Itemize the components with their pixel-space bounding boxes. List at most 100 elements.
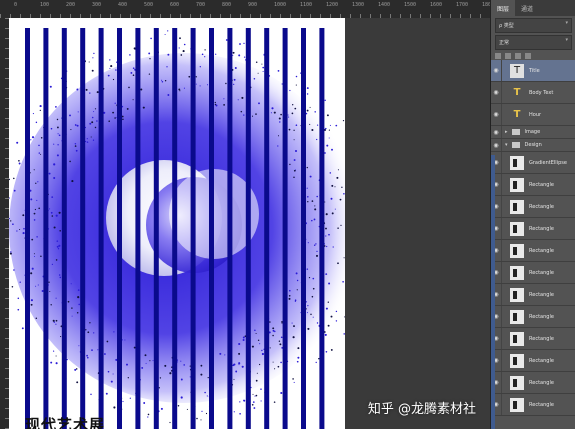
speckle-dot bbox=[180, 54, 183, 56]
speckle-dot bbox=[195, 83, 197, 85]
stripe bbox=[43, 28, 49, 429]
speckle-dot bbox=[325, 235, 327, 237]
eye-icon[interactable]: ◉ bbox=[491, 60, 502, 81]
layer-filter-label: ρ 类型 bbox=[499, 23, 514, 29]
stripe bbox=[319, 28, 325, 429]
speckle-dot bbox=[126, 363, 128, 366]
eye-icon[interactable]: ◉ bbox=[491, 82, 502, 103]
speckle-dot bbox=[329, 124, 331, 126]
layers-panel[interactable]: 图层 通道 ρ 类型 ▾ 正常 ▾ ◉ T Title ◉ T Body Text ◉ T Ho… bbox=[490, 0, 575, 429]
speckle-dot bbox=[55, 319, 58, 322]
lock-all-icon[interactable] bbox=[525, 53, 531, 59]
speckle-dot bbox=[148, 73, 151, 75]
layer-row[interactable]: ◉ ▸ Image bbox=[491, 126, 575, 139]
speckle-dot bbox=[22, 214, 25, 217]
speckle-dot bbox=[206, 84, 209, 86]
speckle-dot bbox=[145, 362, 147, 364]
chevron-right-icon[interactable]: ▸ bbox=[505, 129, 508, 135]
speckle-dot bbox=[242, 336, 245, 339]
layer-row[interactable]: ◉ ▾ Design bbox=[491, 139, 575, 152]
layer-row[interactable]: ◉ Rectangle bbox=[491, 240, 575, 262]
chevron-down-icon[interactable]: ▾ bbox=[505, 142, 508, 148]
speckle-dot bbox=[271, 107, 274, 110]
eye-icon[interactable]: ◉ bbox=[491, 126, 502, 138]
ruler-number: 300 bbox=[92, 2, 102, 8]
speckle-dot bbox=[33, 169, 35, 171]
speckle-dot bbox=[309, 123, 311, 125]
speckle-dot bbox=[76, 312, 79, 314]
layer-row[interactable]: ◉ Rectangle bbox=[491, 196, 575, 218]
speckle-dot bbox=[23, 227, 25, 230]
tab-layers[interactable]: 图层 bbox=[491, 0, 516, 16]
speckle-dot bbox=[225, 39, 228, 41]
speckle-dot bbox=[149, 360, 151, 362]
speckle-dot bbox=[258, 102, 260, 105]
speckle-dot bbox=[74, 143, 77, 145]
layer-row[interactable]: ◉ Rectangle bbox=[491, 328, 575, 350]
speckle-dot bbox=[311, 200, 314, 202]
speckle-dot bbox=[164, 33, 166, 36]
lock-pixels-icon[interactable] bbox=[495, 53, 501, 59]
speckle-dot bbox=[233, 411, 235, 413]
speckle-dot bbox=[293, 325, 295, 328]
ruler-number: 1500 bbox=[404, 2, 417, 8]
speckle-dot bbox=[280, 391, 283, 395]
speckle-dot bbox=[335, 310, 338, 313]
layer-row[interactable]: ◉ T Title bbox=[491, 60, 575, 82]
speckle-dot bbox=[75, 149, 78, 152]
speckle-dot bbox=[316, 124, 319, 126]
layer-thumbnail bbox=[510, 309, 524, 324]
layer-name: Rectangle bbox=[529, 269, 554, 276]
speckle-dot bbox=[78, 345, 80, 347]
speckle-dot bbox=[30, 139, 32, 141]
layer-row[interactable]: ◉ T Body Text bbox=[491, 82, 575, 104]
speckle-dot bbox=[337, 227, 339, 229]
speckle-dot bbox=[316, 195, 319, 198]
chevron-down-icon: ▾ bbox=[565, 20, 568, 26]
layer-row[interactable]: ◉ Rectangle bbox=[491, 262, 575, 284]
layer-row[interactable]: ◉ Rectangle bbox=[491, 218, 575, 240]
layer-name: Rectangle bbox=[529, 379, 554, 386]
speckle-dot bbox=[342, 280, 344, 283]
speckle-dot bbox=[112, 78, 115, 81]
speckle-dot bbox=[278, 340, 281, 342]
speckle-dot bbox=[253, 78, 256, 80]
layer-row[interactable]: ◉ Rectangle bbox=[491, 174, 575, 196]
speckle-dot bbox=[142, 106, 145, 109]
speckle-dot bbox=[260, 388, 262, 390]
lock-position-icon[interactable] bbox=[505, 53, 511, 59]
speckle-dot bbox=[56, 245, 59, 248]
layer-row[interactable]: ◉ GradientEllipse bbox=[491, 152, 575, 174]
speckle-dot bbox=[297, 347, 300, 350]
speckle-dot bbox=[112, 373, 114, 375]
layer-row[interactable]: ◉ Rectangle bbox=[491, 284, 575, 306]
speckle-dot bbox=[214, 101, 216, 104]
layer-thumbnail bbox=[510, 221, 524, 236]
speckle-dot bbox=[76, 381, 79, 384]
layer-row[interactable]: ◉ Rectangle bbox=[491, 372, 575, 394]
speckle-dot bbox=[55, 214, 58, 217]
canvas-area[interactable]: 现代艺术展 知乎 @龙腾素材社 bbox=[9, 18, 490, 429]
speckle-dot bbox=[36, 236, 38, 238]
speckle-dot bbox=[279, 121, 281, 123]
speckle-dot bbox=[252, 401, 255, 403]
layer-row[interactable]: ◉ T Hour bbox=[491, 104, 575, 126]
speckle-dot bbox=[53, 350, 55, 352]
eye-icon[interactable]: ◉ bbox=[491, 104, 502, 125]
folder-icon bbox=[511, 142, 520, 148]
layer-row[interactable]: ◉ Rectangle bbox=[491, 306, 575, 328]
layer-filter[interactable]: ρ 类型 ▾ bbox=[495, 18, 572, 33]
tab-channels[interactable]: 通道 bbox=[515, 0, 539, 16]
speckle-dot bbox=[330, 315, 333, 318]
speckle-dot bbox=[144, 354, 147, 357]
lock-artboard-icon[interactable] bbox=[515, 53, 521, 59]
speckle-dot bbox=[340, 224, 342, 227]
stripe bbox=[190, 28, 196, 429]
eye-icon[interactable]: ◉ bbox=[491, 139, 502, 151]
blend-mode-select[interactable]: 正常 ▾ bbox=[495, 35, 572, 50]
layer-row[interactable]: ◉ Rectangle bbox=[491, 394, 575, 416]
speckle-dot bbox=[199, 85, 201, 87]
artboard[interactable]: 现代艺术展 bbox=[9, 18, 345, 429]
layer-row[interactable]: ◉ Rectangle bbox=[491, 350, 575, 372]
speckle-dot bbox=[295, 124, 298, 126]
